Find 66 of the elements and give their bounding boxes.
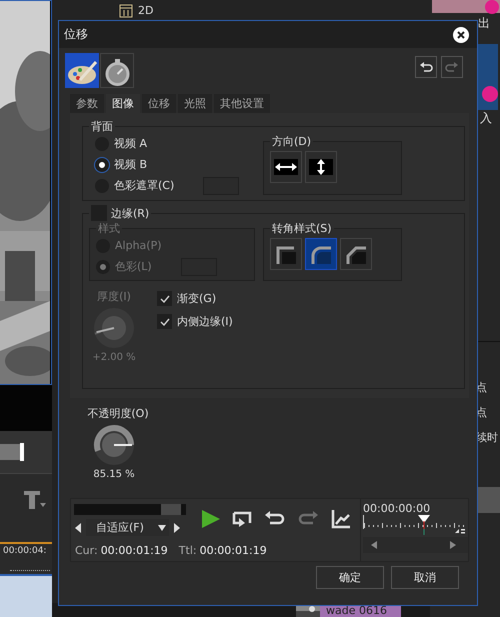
knob-label: 不透明度(O): [87, 406, 149, 421]
tab[interactable]: 参数: [70, 94, 104, 113]
option-label: 内侧边缘(I): [177, 314, 233, 329]
group-label: 转角样式(S): [272, 221, 332, 236]
graph-icon: [329, 507, 353, 531]
palette-button[interactable]: [65, 53, 99, 88]
right-arrow-icon[interactable]: [172, 522, 181, 532]
direction-button[interactable]: [305, 151, 337, 183]
knob-label: 厚度(I): [97, 289, 131, 304]
library-item-label[interactable]: 2D: [138, 4, 154, 17]
time-value: 00:00:01:19: [100, 544, 168, 556]
undo-icon: [419, 61, 433, 73]
scrub-bar[interactable]: [0, 444, 24, 460]
graph-button[interactable]: [329, 507, 353, 531]
redo-icon: [445, 61, 459, 73]
option-label: Alpha(P): [115, 239, 162, 252]
group-label: 背面: [91, 119, 113, 134]
knob-value: 85.15 %: [93, 469, 135, 480]
option-label: 视频 B: [114, 157, 148, 172]
thumbnail[interactable]: [432, 0, 500, 13]
time-value: 00:00:01:19: [200, 544, 267, 556]
group-label: 边缘(R): [111, 206, 150, 220]
dialog-button[interactable]: 取消: [391, 566, 459, 589]
radio-button[interactable]: [95, 158, 109, 172]
check-icon: [160, 318, 170, 326]
checkbox[interactable]: [157, 291, 172, 306]
option-label: 色彩遮罩(C): [114, 178, 174, 193]
group-label: 样式: [98, 221, 120, 236]
option-label: 渐变(G): [177, 291, 216, 306]
timeline-ruler[interactable]: [363, 515, 467, 537]
left-arrow-icon[interactable]: [371, 541, 377, 549]
dropdown-icon: [158, 524, 166, 530]
knob-value: +2.00 %: [92, 352, 136, 363]
option-label: 视频 A: [114, 136, 148, 151]
panel-label: 入: [479, 110, 492, 127]
zoom-dropdown[interactable]: 自适应(F): [86, 519, 169, 536]
stopwatch-button[interactable]: [100, 53, 134, 88]
left-arrow-icon[interactable]: [74, 522, 82, 532]
window-title: 位移: [64, 26, 88, 43]
corner-style-button[interactable]: [340, 238, 372, 270]
checkbox[interactable]: [157, 314, 172, 329]
scroll-bar[interactable]: [74, 504, 186, 515]
corner-style-button[interactable]: [305, 238, 337, 270]
text-icon[interactable]: [22, 489, 46, 509]
timecode: 00:00:00:00: [363, 502, 432, 515]
tab[interactable]: 光照: [178, 94, 212, 113]
option-label: 色彩(L): [115, 259, 152, 274]
dialog-button[interactable]: 确定: [316, 566, 384, 589]
close-icon[interactable]: [453, 26, 469, 42]
right-arrow-icon[interactable]: [450, 541, 456, 549]
direction-button[interactable]: [270, 151, 302, 183]
panel-label: 出: [477, 15, 490, 32]
scroll-bar[interactable]: [363, 537, 468, 553]
tab[interactable]: 位移: [142, 94, 176, 113]
dial-knob[interactable]: [93, 424, 135, 466]
tab[interactable]: 图像: [106, 94, 140, 113]
timecode: 00:00:04:: [2, 545, 48, 556]
corner-style-button[interactable]: [270, 238, 302, 270]
undo-button[interactable]: [415, 56, 437, 78]
tab[interactable]: 其他设置: [214, 94, 270, 113]
group-label: 方向(D): [272, 134, 312, 149]
time-label: Cur:: [75, 544, 98, 556]
timeline-track: [0, 574, 52, 617]
check-icon: [160, 294, 170, 302]
time-label: Ttl:: [178, 544, 197, 556]
grid-icon: [119, 4, 133, 18]
